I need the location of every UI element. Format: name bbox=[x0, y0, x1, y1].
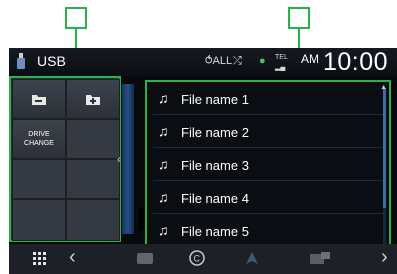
panel-collapse-chevron[interactable]: ‹ bbox=[117, 152, 121, 166]
callout-box-left bbox=[65, 7, 87, 29]
svg-text:C: C bbox=[194, 254, 201, 264]
callout-box-right bbox=[288, 7, 310, 29]
file-name: File name 3 bbox=[181, 158, 249, 173]
device-icon[interactable] bbox=[135, 250, 155, 266]
empty-cell bbox=[66, 199, 120, 241]
file-name: File name 2 bbox=[181, 125, 249, 140]
empty-cell bbox=[66, 159, 120, 199]
scrollbar-thumb[interactable] bbox=[383, 88, 386, 208]
album-art-strip bbox=[122, 84, 134, 234]
file-name: File name 5 bbox=[181, 224, 249, 239]
folder-plus-icon bbox=[86, 95, 100, 105]
signal-icon: ▂▄ bbox=[275, 64, 286, 71]
navigation-icon[interactable] bbox=[245, 251, 259, 265]
folder-up-icon bbox=[32, 95, 46, 105]
clock-time: 10:00 bbox=[323, 48, 389, 76]
music-note-icon: ♫ bbox=[158, 222, 169, 238]
list-item[interactable]: ♫ File name 3 bbox=[153, 150, 383, 181]
status-bar: USB ⥀ALL ⤮ ● TEL ▂▄ AM 10:00 bbox=[9, 48, 397, 76]
head-unit-screen: USB ⥀ALL ⤮ ● TEL ▂▄ AM 10:00 DRIVE CHANG… bbox=[9, 48, 397, 274]
folder-control-grid: DRIVE CHANGE bbox=[12, 79, 120, 241]
cd-icon[interactable]: C bbox=[189, 250, 205, 266]
next-page-chevron[interactable]: › bbox=[381, 246, 388, 269]
music-note-icon: ♫ bbox=[158, 123, 169, 139]
list-item[interactable]: ♫ File name 5 bbox=[153, 216, 383, 246]
bluetooth-phone-icon: ● bbox=[259, 55, 266, 67]
folder-add-button[interactable] bbox=[66, 79, 120, 119]
list-item[interactable]: ♫ File name 4 bbox=[153, 183, 383, 214]
folder-up-button[interactable] bbox=[12, 79, 66, 119]
clock-ampm: AM bbox=[301, 52, 319, 66]
drive-change-label: DRIVE CHANGE bbox=[24, 131, 54, 147]
music-note-icon: ♫ bbox=[158, 189, 169, 205]
list-item[interactable]: ♫ File name 1 bbox=[153, 84, 383, 115]
source-label: USB bbox=[37, 53, 66, 69]
music-note-icon: ♫ bbox=[158, 156, 169, 172]
bottom-bar: ‹ C › bbox=[9, 244, 397, 274]
music-note-icon: ♫ bbox=[158, 90, 169, 106]
usb-icon bbox=[17, 53, 25, 69]
drive-change-button[interactable]: DRIVE CHANGE bbox=[12, 119, 66, 159]
list-item[interactable]: ♫ File name 2 bbox=[153, 117, 383, 148]
prev-page-chevron[interactable]: ‹ bbox=[69, 246, 76, 269]
empty-cell bbox=[12, 199, 66, 241]
media-card-icon[interactable] bbox=[309, 250, 331, 266]
file-list-panel: ♫ File name 1 ♫ File name 2 ♫ File name … bbox=[145, 80, 391, 255]
empty-cell bbox=[66, 119, 120, 159]
file-name: File name 4 bbox=[181, 191, 249, 206]
empty-cell bbox=[12, 159, 66, 199]
folder-control-panel: DRIVE CHANGE bbox=[9, 76, 121, 242]
file-name: File name 1 bbox=[181, 92, 249, 107]
grid-icon[interactable] bbox=[33, 252, 46, 265]
repeat-all-icon: ⥀ALL bbox=[205, 55, 233, 67]
shuffle-icon: ⤮ bbox=[233, 55, 242, 67]
scroll-up-icon[interactable]: ▲ bbox=[380, 84, 387, 91]
